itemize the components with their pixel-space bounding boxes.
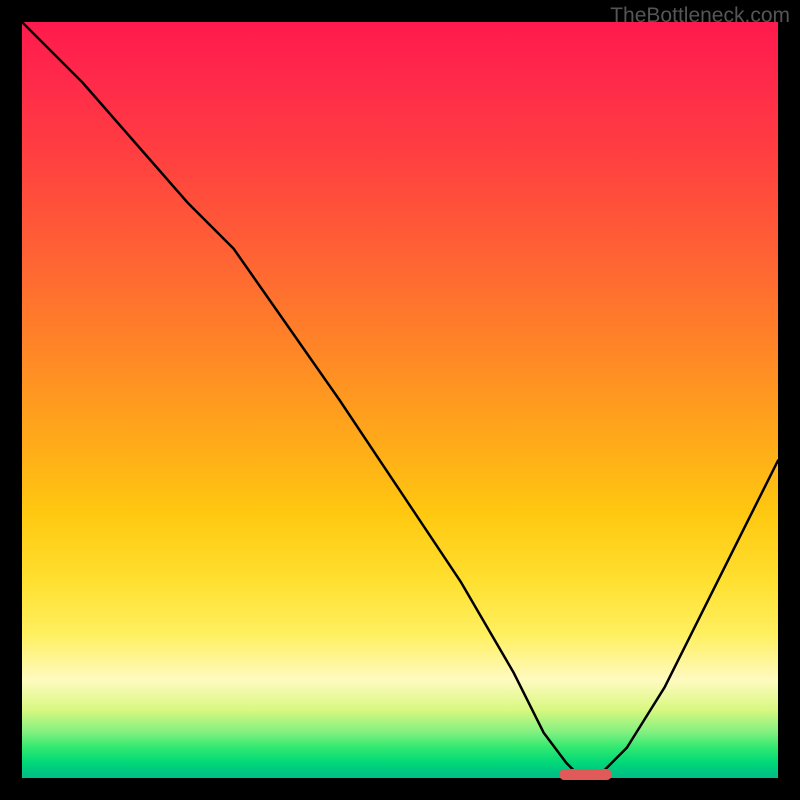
watermark-text: TheBottleneck.com	[610, 4, 790, 28]
chart-container: TheBottleneck.com	[0, 0, 800, 800]
bottleneck-curve	[22, 22, 778, 778]
plot-area	[22, 22, 778, 778]
optimal-marker	[559, 769, 612, 780]
